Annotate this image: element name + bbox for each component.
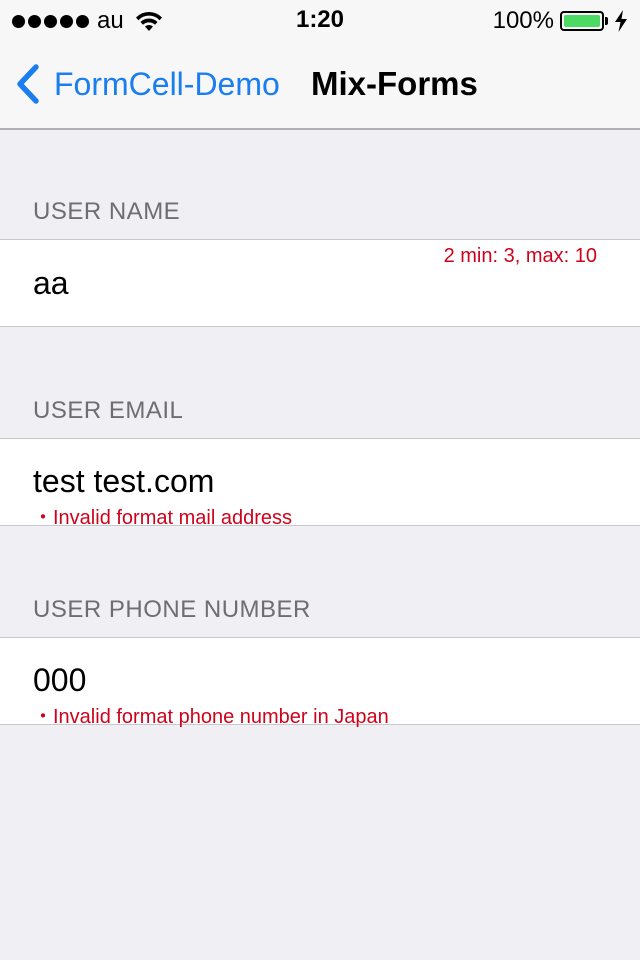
section-header-user-phone: USER PHONE NUMBER [33, 596, 311, 623]
navigation-bar: FormCell-Demo Mix-Forms [0, 40, 640, 130]
back-label: FormCell-Demo [54, 65, 280, 102]
user-name-error: 2 min: 3, max: 10 [443, 245, 597, 267]
user-name-cell[interactable]: 2 min: 3, max: 10 aa [0, 239, 640, 327]
page-title: Mix-Forms [311, 65, 478, 102]
status-bar: au 1:20 100% [0, 0, 640, 40]
battery-tip [605, 17, 608, 25]
back-button[interactable]: FormCell-Demo [14, 62, 280, 106]
battery-fill [564, 15, 600, 27]
battery-icon [560, 11, 604, 31]
chevron-left-icon [17, 64, 39, 104]
user-name-input[interactable]: aa [33, 265, 69, 302]
battery-percent: 100% [492, 7, 554, 34]
section-header-user-email: USER EMAIL [33, 397, 184, 424]
user-email-input[interactable]: test test.com [33, 463, 214, 500]
user-phone-input[interactable]: 000 [33, 662, 86, 699]
section-header-user-name: USER NAME [33, 198, 181, 225]
user-email-cell[interactable]: test test.com ・Invalid format mail addre… [0, 438, 640, 529]
charging-bolt-icon [615, 10, 627, 32]
user-phone-error: ・Invalid format phone number in Japan [33, 706, 389, 728]
user-phone-cell[interactable]: 000 ・Invalid format phone number in Japa… [0, 637, 640, 728]
user-email-error: ・Invalid format mail address [33, 507, 292, 529]
status-right: 100% [493, 7, 628, 35]
